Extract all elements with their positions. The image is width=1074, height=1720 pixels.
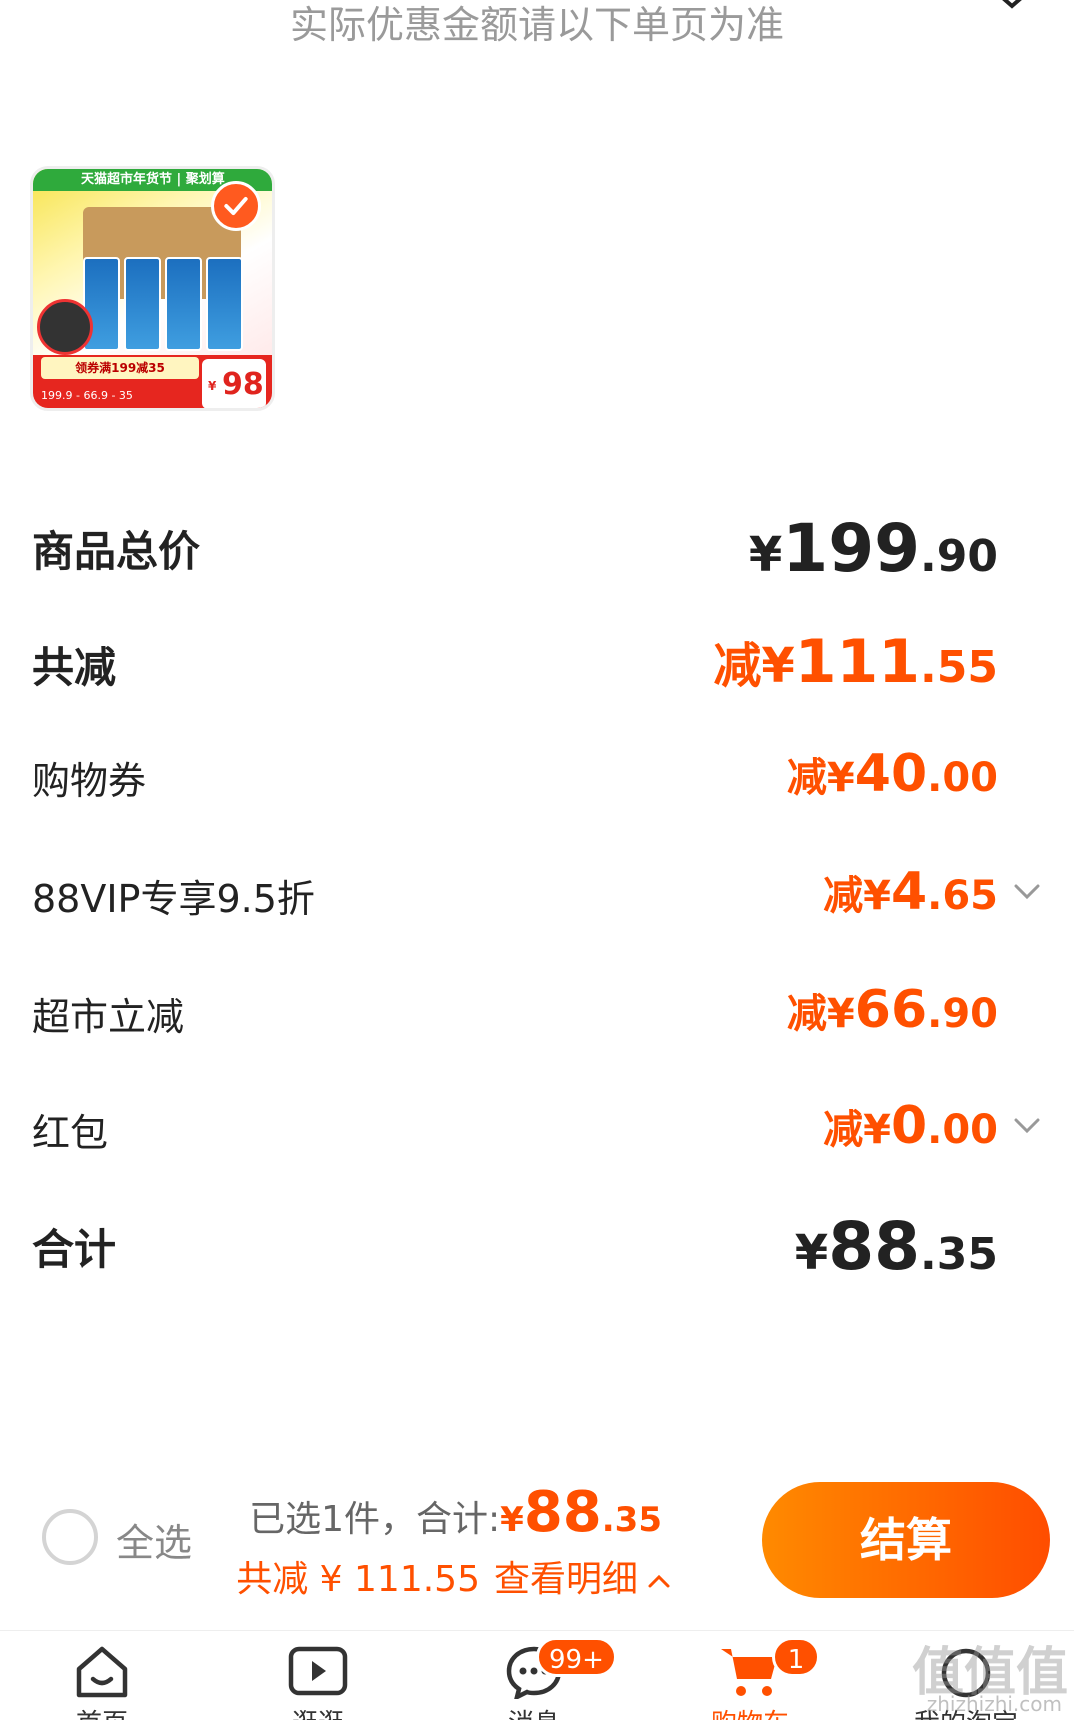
discount-summary[interactable]: 共减 ¥ 111.55 查看明细	[236, 1550, 672, 1602]
row-coupon-value: 减¥40.00	[786, 744, 998, 804]
chevron-up-icon[interactable]	[646, 1572, 672, 1590]
video-play-icon	[288, 1646, 348, 1696]
row-sum: 合计 ¥88.35	[32, 1208, 1042, 1288]
select-all-radio[interactable]	[42, 1509, 98, 1565]
selected-text: 已选1件，合计:	[249, 1499, 501, 1540]
row-supermarket-value: 减¥66.90	[786, 980, 998, 1040]
row-redpacket[interactable]: 红包 减¥0.00	[32, 1096, 1042, 1166]
close-icon[interactable]	[990, 0, 1034, 18]
selected-amount: ¥88.35	[500, 1480, 662, 1545]
product-promo-strip: 领券满199减35 199.9 - 66.9 - 35 ¥ 98	[33, 355, 272, 408]
tab-messages-label: 消息	[474, 1703, 594, 1720]
row-sum-value: ¥88.35	[794, 1208, 998, 1285]
promo-price: ¥ 98	[202, 359, 266, 408]
tab-browse-label: 逛逛	[258, 1703, 378, 1720]
chevron-down-icon[interactable]	[1012, 880, 1042, 904]
check-icon[interactable]	[211, 181, 261, 231]
row-total-value: ¥199.90	[748, 510, 998, 587]
tab-browse[interactable]: 逛逛	[258, 1643, 378, 1720]
product-image[interactable]: 天猫超市年货节 | 聚划算 领券满199减35 199.9 - 66.9 - 3…	[30, 166, 275, 411]
row-total: 商品总价 ¥199.90	[32, 510, 1042, 590]
tab-home[interactable]: 首页	[42, 1643, 162, 1720]
checkout-bar: 全选 已选1件，合计:¥88.35 共减 ¥ 111.55 查看明细 结算	[0, 1470, 1074, 1600]
tab-home-label: 首页	[42, 1703, 162, 1720]
row-vip-label: 88VIP专享9.5折	[32, 877, 315, 921]
row-vip[interactable]: 88VIP专享9.5折 减¥4.65	[32, 862, 1042, 932]
row-total-label: 商品总价	[32, 527, 201, 576]
tab-cart-label: 购物车	[690, 1703, 810, 1720]
selected-summary: 已选1件，合计:¥88.35	[249, 1480, 662, 1545]
promo-price-symbol: ¥	[208, 379, 217, 393]
row-discount: 共减 减¥111.55	[32, 626, 1042, 706]
row-redpacket-value: 减¥0.00	[823, 1096, 998, 1156]
reduced-text: 共减 ¥ 111.55	[236, 1559, 480, 1600]
row-redpacket-label: 红包	[32, 1111, 109, 1155]
messages-badge: 99+	[536, 1637, 617, 1677]
watermark-url: zhizhizhi.com	[926, 1692, 1062, 1716]
select-all-label[interactable]: 全选	[116, 1512, 192, 1567]
promo-price-value: 98	[222, 367, 264, 402]
row-discount-value: 减¥111.55	[713, 627, 998, 697]
row-discount-label: 共减	[32, 643, 117, 692]
home-icon	[76, 1646, 128, 1698]
tab-cart[interactable]: 1 购物车	[690, 1637, 820, 1720]
chevron-down-icon[interactable]	[1012, 1114, 1042, 1138]
row-coupon: 购物券 减¥40.00	[32, 744, 1042, 814]
coupon-label: 领券满199减35	[41, 357, 199, 379]
price-notice: 实际优惠金额请以下单页为准	[289, 3, 784, 47]
checkout-button[interactable]: 结算	[762, 1482, 1050, 1598]
cart-badge: 1	[772, 1637, 820, 1677]
product-packs	[83, 257, 243, 351]
row-supermarket-label: 超市立减	[32, 995, 185, 1039]
row-sum-label: 合计	[32, 1225, 117, 1274]
tab-messages[interactable]: 99+ 消息	[474, 1637, 617, 1720]
view-detail-link[interactable]: 查看明细	[494, 1559, 638, 1600]
row-coupon-label: 购物券	[32, 759, 147, 803]
promo-values: 199.9 - 66.9 - 35	[41, 389, 133, 402]
row-vip-value: 减¥4.65	[823, 862, 998, 922]
row-supermarket: 超市立减 减¥66.90	[32, 980, 1042, 1050]
tmall-cat-mascot	[37, 299, 93, 355]
